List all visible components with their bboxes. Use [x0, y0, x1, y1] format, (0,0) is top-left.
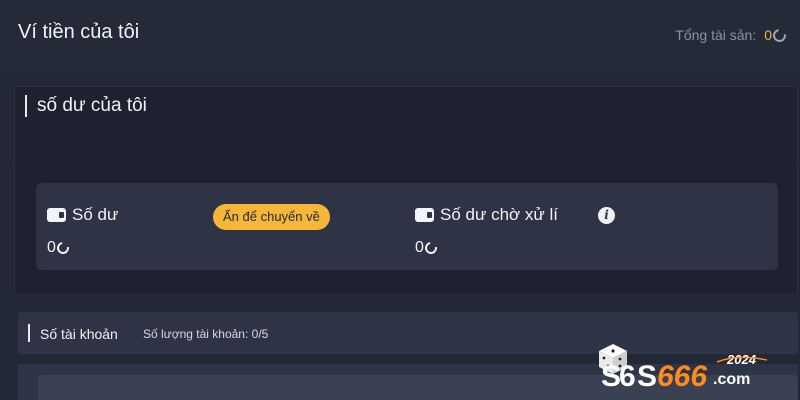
- account-count: Số lượng tài khoản: 0/5: [143, 327, 268, 341]
- info-icon[interactable]: i: [598, 207, 615, 224]
- refresh-icon[interactable]: [54, 239, 72, 257]
- account-count-label: Số lượng tài khoản:: [143, 327, 249, 341]
- balance-section-title: số dư của tôi: [37, 95, 147, 116]
- balance-label: Số dư: [72, 205, 119, 224]
- total-assets: Tổng tài sản: 0: [675, 25, 789, 45]
- total-assets-value: 0: [764, 27, 772, 43]
- pending-balance-value: 0: [415, 239, 424, 256]
- refresh-icon[interactable]: [770, 25, 789, 45]
- svg-text:S: S: [601, 360, 621, 390]
- svg-text:666: 666: [657, 360, 707, 390]
- pending-balance-label: Số dư chờ xử lí: [440, 205, 559, 224]
- total-assets-label: Tổng tài sản:: [675, 27, 757, 43]
- svg-text:6: 6: [619, 360, 636, 390]
- brand-logo-image: S 6 S 666 .com 2024: [599, 344, 768, 393]
- balance-section: số dư của tôi Số dư Ấn để chuyển về 0 Số…: [14, 86, 798, 295]
- balance-value: 0: [47, 239, 56, 256]
- wallet-icon: [47, 208, 66, 222]
- wallet-icon: [415, 208, 434, 222]
- transfer-back-button[interactable]: Ấn để chuyển về: [213, 204, 330, 230]
- balance-value-group: 0: [47, 239, 72, 257]
- refresh-icon[interactable]: [422, 239, 440, 257]
- section-title-marker: [28, 324, 30, 342]
- svg-text:2024: 2024: [726, 352, 757, 367]
- page-title: Ví tiền của tôi: [18, 21, 140, 43]
- brand-logo: S 6 S 666 .com 2024: [597, 340, 777, 393]
- account-count-value: 0/5: [251, 327, 269, 341]
- pending-value-group: 0: [415, 239, 440, 257]
- page-header: Ví tiền của tôi Tổng tài sản: 0: [0, 0, 800, 68]
- balance-card: Số dư Ấn để chuyển về 0 Số dư chờ xử lí …: [36, 183, 778, 270]
- divider: [15, 161, 797, 162]
- svg-text:.com: .com: [713, 371, 750, 388]
- accounts-section-title: Số tài khoản: [40, 326, 118, 342]
- section-title-marker: [25, 95, 27, 117]
- svg-text:S: S: [637, 360, 657, 390]
